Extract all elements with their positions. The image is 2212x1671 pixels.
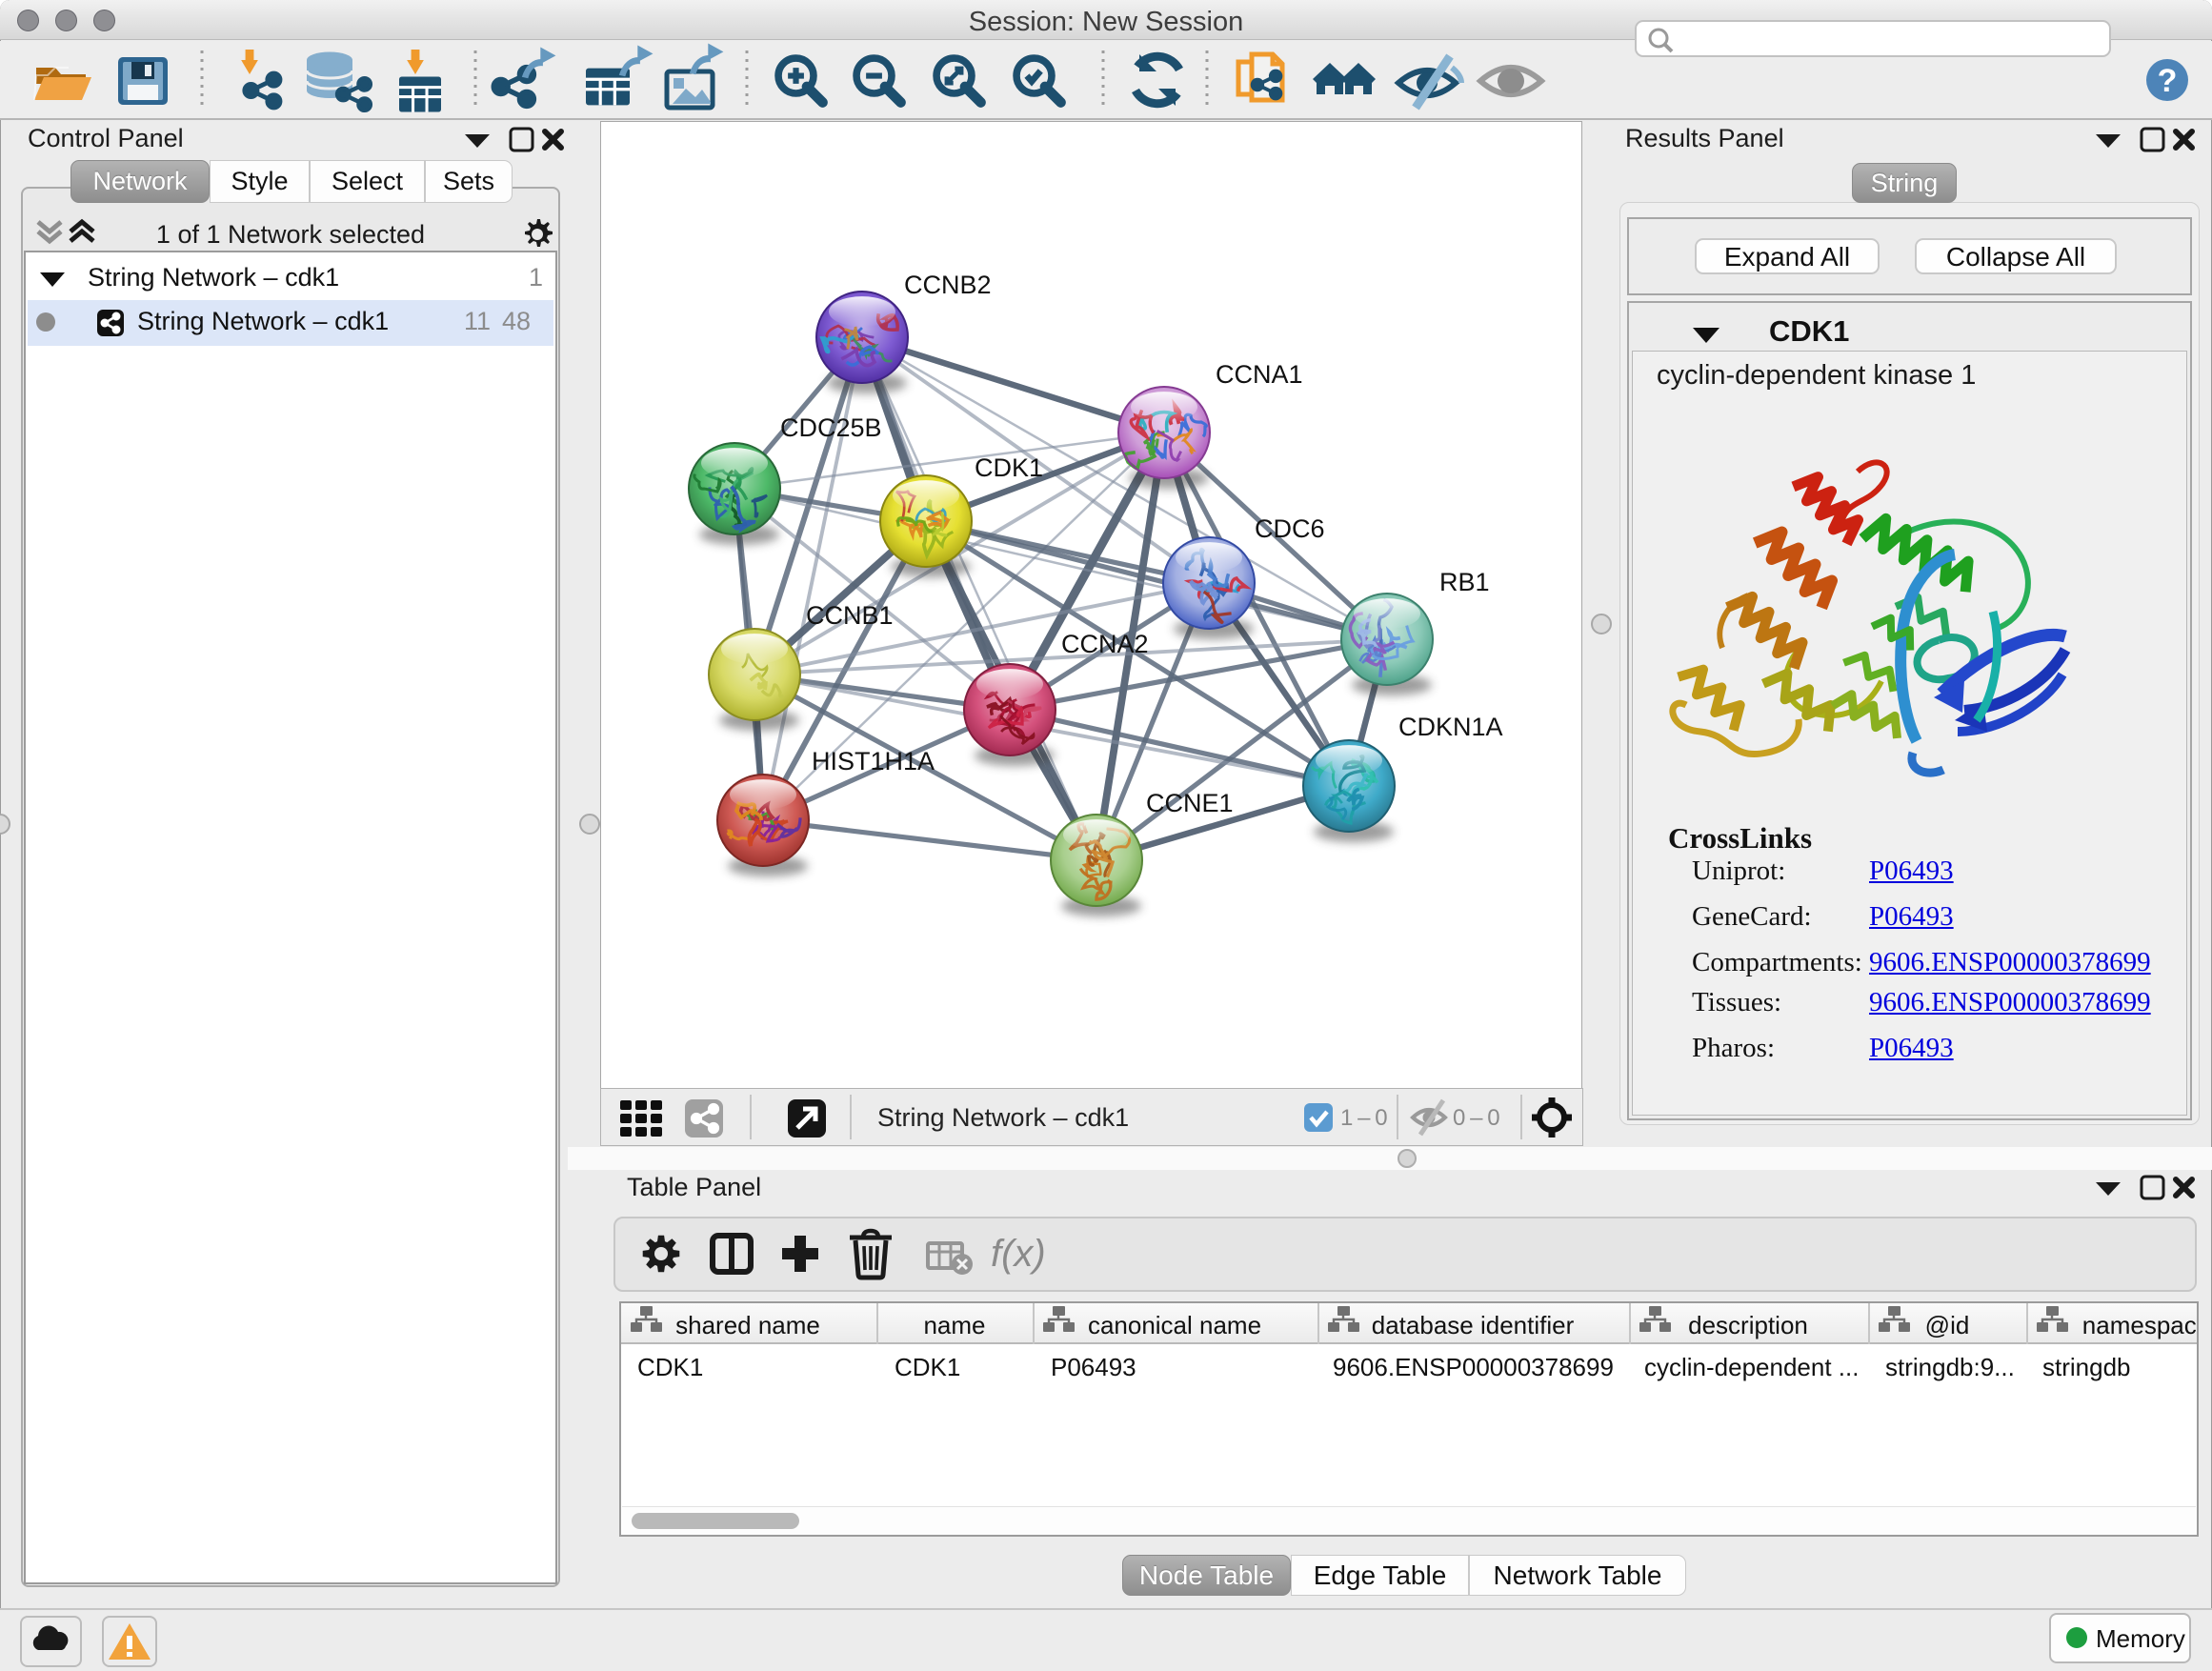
svg-text:f(x): f(x) xyxy=(991,1233,1046,1275)
svg-text:CDC6: CDC6 xyxy=(1255,514,1325,543)
svg-text:CDC25B: CDC25B xyxy=(780,413,882,442)
svg-text:?: ? xyxy=(2158,63,2178,99)
svg-text:CDK1: CDK1 xyxy=(975,453,1043,482)
svg-text:Memory: Memory xyxy=(2096,1624,2185,1653)
svg-text:String Network – cdk1: String Network – cdk1 xyxy=(877,1103,1129,1132)
svg-text:CCNE1: CCNE1 xyxy=(1146,789,1234,817)
svg-text:CDKN1A: CDKN1A xyxy=(1398,713,1503,741)
svg-text:CCNB1: CCNB1 xyxy=(806,601,894,630)
svg-text:RB1: RB1 xyxy=(1439,568,1490,596)
svg-text:CCNA1: CCNA1 xyxy=(1216,360,1303,389)
svg-text:1 – 0: 1 – 0 xyxy=(1340,1105,1388,1131)
svg-text:CCNB2: CCNB2 xyxy=(904,271,992,299)
svg-text:CCNA2: CCNA2 xyxy=(1061,630,1149,658)
svg-text:HIST1H1A: HIST1H1A xyxy=(812,747,935,775)
svg-text:0 – 0: 0 – 0 xyxy=(1453,1105,1500,1131)
